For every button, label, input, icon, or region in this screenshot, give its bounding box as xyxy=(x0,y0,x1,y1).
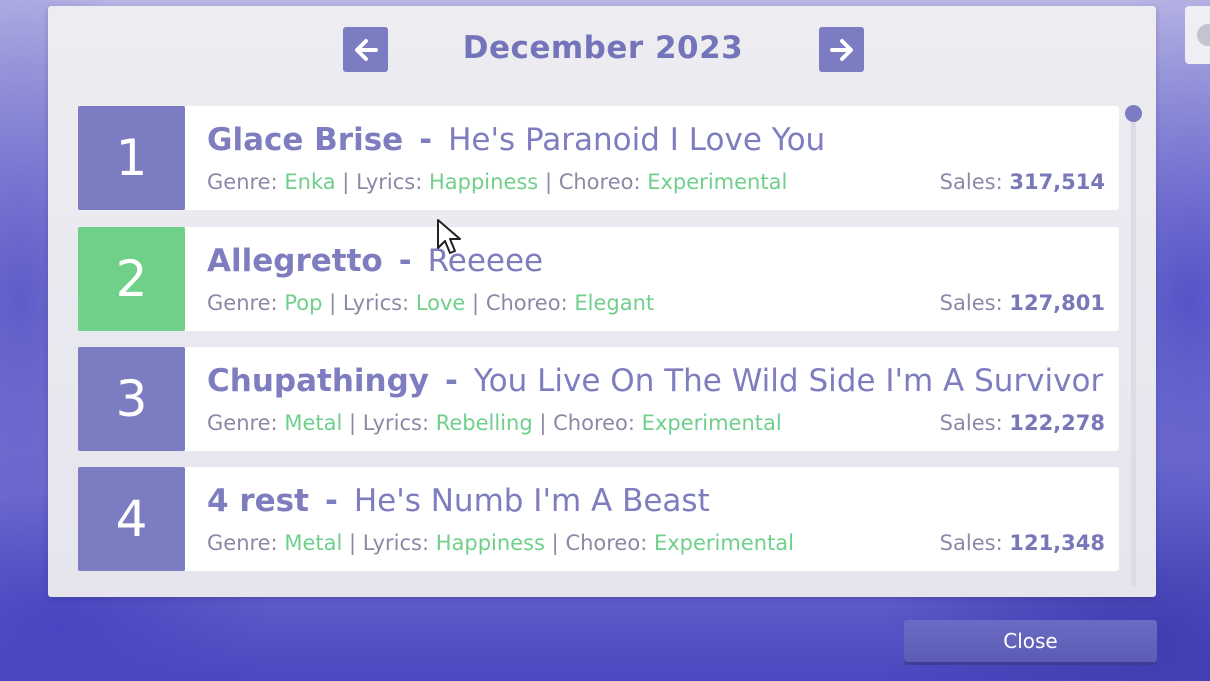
artist-name: Glace Brise xyxy=(207,122,404,158)
song-meta: Genre: Metal | Lyrics: Happiness | Chore… xyxy=(207,531,794,555)
genre-label: Genre: xyxy=(207,411,278,435)
separator: | xyxy=(551,531,559,555)
sales-value: 317,514 xyxy=(1009,170,1105,194)
scrollbar-thumb[interactable] xyxy=(1125,105,1142,122)
separator: | xyxy=(342,170,350,194)
song-info: Allegretto - Reeeee Genre: Pop | Lyrics: L… xyxy=(185,227,1119,331)
arrow-left-icon xyxy=(354,38,378,61)
song-line: Allegretto - Reeeee xyxy=(207,243,543,279)
choreo-label: Choreo: xyxy=(565,531,648,555)
lyrics-value: Rebelling xyxy=(435,411,533,435)
separator: | xyxy=(329,291,337,315)
close-button[interactable]: Close xyxy=(904,620,1157,662)
sales-label: Sales: xyxy=(939,411,1003,435)
genre-label: Genre: xyxy=(207,291,278,315)
lyrics-label: Lyrics: xyxy=(362,531,430,555)
lyrics-value: Love xyxy=(415,291,466,315)
separator: | xyxy=(349,411,357,435)
chart-header: December 2023 xyxy=(48,6,1156,96)
arrow-right-icon xyxy=(829,38,853,61)
choreo-value: Experimental xyxy=(641,411,782,435)
rank-number: 2 xyxy=(78,227,185,331)
rank-number: 4 xyxy=(78,467,185,571)
song-line: 4 rest - He's Numb I'm A Beast xyxy=(207,483,710,519)
sales-value: 127,801 xyxy=(1009,291,1105,315)
rank-number: 3 xyxy=(78,347,185,451)
list-item[interactable]: 3 Chupathingy - You Live On The Wild Side … xyxy=(78,347,1119,451)
separator: | xyxy=(539,411,547,435)
artist-name: 4 rest xyxy=(207,483,309,519)
side-panel-button[interactable] xyxy=(1185,6,1210,64)
choreo-label: Choreo: xyxy=(485,291,568,315)
sales-value: 121,348 xyxy=(1009,531,1105,555)
song-info: Chupathingy - You Live On The Wild Side I'… xyxy=(185,347,1119,451)
sales-label: Sales: xyxy=(939,170,1003,194)
sales: Sales: 122,278 xyxy=(940,411,1105,435)
sales: Sales: 127,801 xyxy=(940,291,1105,315)
dash-separator: - xyxy=(444,363,458,399)
song-title: You Live On The Wild Side I'm A Survivor xyxy=(473,363,1104,399)
scrollbar-track[interactable] xyxy=(1131,116,1136,586)
song-line: Glace Brise - He's Paranoid I Love You xyxy=(207,122,825,158)
choreo-label: Choreo: xyxy=(558,170,641,194)
month-title: December 2023 xyxy=(462,30,744,66)
list-item[interactable]: 1 Glace Brise - He's Paranoid I Love You G… xyxy=(78,106,1119,210)
artist-name: Chupathingy xyxy=(207,363,429,399)
song-meta: Genre: Enka | Lyrics: Happiness | Choreo… xyxy=(207,170,787,194)
sales: Sales: 317,514 xyxy=(940,170,1105,194)
genre-label: Genre: xyxy=(207,170,278,194)
lyrics-label: Lyrics: xyxy=(342,291,410,315)
dash-separator: - xyxy=(419,122,433,158)
song-line: Chupathingy - You Live On The Wild Side I'… xyxy=(207,363,1103,399)
separator: | xyxy=(349,531,357,555)
list-item[interactable]: 2 Allegretto - Reeeee Genre: Pop | Lyrics:… xyxy=(78,227,1119,331)
genre-value: Enka xyxy=(284,170,336,194)
mouse-cursor-icon xyxy=(437,219,461,254)
sales-label: Sales: xyxy=(939,291,1003,315)
choreo-value: Experimental xyxy=(647,170,788,194)
song-title: He's Paranoid I Love You xyxy=(448,122,826,158)
sales-value: 122,278 xyxy=(1009,411,1105,435)
toggle-knob-icon xyxy=(1197,24,1210,46)
song-info: Glace Brise - He's Paranoid I Love You Gen… xyxy=(185,106,1119,210)
sales: Sales: 121,348 xyxy=(940,531,1105,555)
artist-name: Allegretto xyxy=(207,243,383,279)
monthly-chart-panel: December 2023 1 Glace Brise - He's Paranoi… xyxy=(48,6,1156,597)
dash-separator: - xyxy=(324,483,338,519)
separator: | xyxy=(544,170,553,194)
lyrics-label: Lyrics: xyxy=(356,170,423,194)
list-item[interactable]: 4 4 rest - He's Numb I'm A Beast Genre: Me… xyxy=(78,467,1119,571)
sales-label: Sales: xyxy=(939,531,1003,555)
song-meta: Genre: Metal | Lyrics: Rebelling | Chore… xyxy=(207,411,782,435)
genre-label: Genre: xyxy=(207,531,278,555)
next-month-button[interactable] xyxy=(819,27,864,72)
song-title: He's Numb I'm A Beast xyxy=(353,483,710,519)
genre-value: Metal xyxy=(284,411,343,435)
separator: | xyxy=(472,291,480,315)
previous-month-button[interactable] xyxy=(343,27,388,72)
song-meta: Genre: Pop | Lyrics: Love | Choreo: Eleg… xyxy=(207,291,654,315)
song-info: 4 rest - He's Numb I'm A Beast Genre: Meta… xyxy=(185,467,1119,571)
dash-separator: - xyxy=(398,243,412,279)
lyrics-value: Happiness xyxy=(435,531,545,555)
choreo-value: Experimental xyxy=(653,531,795,555)
choreo-value: Elegant xyxy=(574,291,655,315)
choreo-label: Choreo: xyxy=(553,411,635,435)
rank-number: 1 xyxy=(78,106,185,210)
lyrics-value: Happiness xyxy=(428,170,539,194)
genre-value: Metal xyxy=(284,531,343,555)
genre-value: Pop xyxy=(284,291,323,315)
lyrics-label: Lyrics: xyxy=(362,411,430,435)
